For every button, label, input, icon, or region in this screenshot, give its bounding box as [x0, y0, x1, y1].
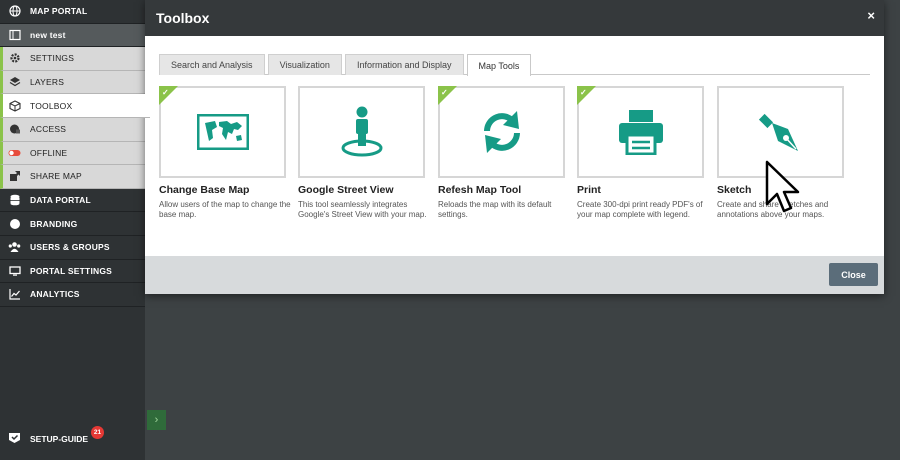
sidebar-item-label: ANALYTICS — [30, 289, 80, 300]
sidebar-item-label: LAYERS — [30, 77, 65, 88]
sidebar-item-label: USERS & GROUPS — [30, 242, 110, 253]
sidebar-item-label: DATA PORTAL — [30, 195, 91, 206]
lock-globe-icon — [8, 123, 21, 136]
sidebar-item-settings[interactable]: SETTINGS — [0, 47, 145, 71]
layers-icon — [8, 76, 21, 89]
refresh-icon — [483, 111, 520, 153]
checkmark-icon: ✓ — [580, 88, 587, 97]
tool-card-change-base-map[interactable]: ✓ Change Base Map Allow users of the map… — [159, 86, 291, 220]
sidebar-item-new-test[interactable]: new test — [0, 23, 145, 48]
share-icon — [8, 170, 21, 183]
sidebar-item-label: SETTINGS — [30, 53, 75, 64]
gear-icon — [8, 52, 21, 65]
tab-information-display[interactable]: Information and Display — [344, 54, 464, 75]
close-icon[interactable]: × — [867, 8, 875, 23]
tool-card-tile[interactable]: ✓ — [159, 86, 286, 178]
sidebar-item-label: new test — [30, 29, 66, 40]
sidebar-item-label: PORTAL SETTINGS — [30, 265, 113, 276]
notification-badge: 21 — [91, 426, 104, 439]
dialog-title: Toolbox — [156, 10, 210, 26]
tab-search-analysis[interactable]: Search and Analysis — [159, 54, 265, 75]
tool-title: Change Base Map — [159, 184, 250, 196]
tool-card-tile[interactable]: ✓ — [438, 86, 565, 178]
globe-icon — [8, 5, 21, 18]
toggle-icon — [8, 146, 21, 159]
sidebar-item-offline[interactable]: OFFLINE — [0, 141, 145, 166]
tab-map-tools[interactable]: Map Tools — [466, 54, 532, 76]
tool-card-refresh-map[interactable]: ✓ Refesh Map Tool Reloads the map with i… — [438, 86, 565, 220]
street-view-person-icon — [341, 106, 382, 157]
tool-card-print[interactable]: ✓ Print Create 300-dpi print ready PDF's… — [577, 86, 704, 220]
checkmark-icon: ✓ — [162, 88, 169, 97]
sidebar-item-label: OFFLINE — [30, 147, 68, 158]
sidebar-item-toolbox[interactable]: TOOLBOX — [0, 94, 150, 118]
sidebar-item-label: BRANDING — [30, 218, 78, 229]
sidebar-item-access[interactable]: ACCESS — [0, 117, 145, 142]
chart-line-icon — [8, 288, 21, 301]
tool-description: Allow users of the map to change the bas… — [159, 200, 291, 219]
tool-card-tile[interactable]: ✓ — [577, 86, 704, 178]
sidebar-item-layers[interactable]: LAYERS — [0, 70, 145, 95]
sidebar-item-label: TOOLBOX — [30, 100, 73, 111]
dialog-header: Toolbox — [145, 0, 884, 36]
database-icon — [8, 194, 21, 207]
tool-card-google-street-view[interactable]: Google Street View This tool seamlessly … — [298, 86, 427, 220]
toolbox-dialog: Toolbox × Search and Analysis Visualizat… — [145, 0, 884, 294]
close-button[interactable]: Close — [829, 263, 878, 286]
badge-icon — [8, 217, 21, 230]
printer-icon — [618, 110, 663, 155]
tool-description: Create 300-dpi print ready PDF's of your… — [577, 200, 703, 219]
tab-visualization[interactable]: Visualization — [267, 54, 342, 75]
tool-title: Print — [577, 184, 601, 196]
sidebar-item-users-groups[interactable]: USERS & GROUPS — [0, 236, 145, 260]
chevron-right-icon[interactable]: › — [147, 410, 166, 430]
sidebar: MAP PORTAL new test SETTINGS LAYERS TOOL… — [0, 0, 150, 460]
sidebar-item-branding[interactable]: BRANDING — [0, 212, 145, 236]
sidebar-item-share-map[interactable]: SHARE MAP — [0, 165, 145, 189]
mouse-cursor-icon — [765, 160, 800, 213]
sidebar-item-map-portal[interactable]: MAP PORTAL — [0, 0, 145, 24]
monitor-icon — [8, 264, 21, 277]
world-map-icon — [196, 114, 249, 150]
dialog-footer: Close — [145, 256, 884, 294]
tool-title: Google Street View — [298, 184, 394, 196]
pen-nib-icon — [758, 113, 798, 151]
tool-card-tile[interactable] — [298, 86, 425, 178]
map-frame-icon — [8, 28, 21, 41]
tab-bar: Search and Analysis Visualization Inform… — [159, 54, 870, 76]
cube-icon — [8, 99, 21, 112]
tool-description: This tool seamlessly integrates Google's… — [298, 200, 427, 219]
users-icon — [8, 241, 21, 254]
sidebar-item-analytics[interactable]: ANALYTICS — [0, 283, 145, 307]
checkmark-icon: ✓ — [441, 88, 448, 97]
setup-guide-label: SETUP-GUIDE — [30, 434, 89, 444]
tool-description: Reloads the map with its default setting… — [438, 200, 552, 219]
sidebar-item-label: ACCESS — [30, 124, 67, 135]
sidebar-item-portal-settings[interactable]: PORTAL SETTINGS — [0, 260, 145, 284]
sidebar-item-label: SHARE MAP — [30, 171, 82, 182]
checklist-icon — [8, 432, 21, 446]
sidebar-item-data-portal[interactable]: DATA PORTAL — [0, 189, 145, 213]
setup-guide[interactable]: SETUP-GUIDE 21 — [8, 426, 104, 446]
sidebar-item-label: MAP PORTAL — [30, 6, 88, 17]
tool-title: Refesh Map Tool — [438, 184, 522, 196]
